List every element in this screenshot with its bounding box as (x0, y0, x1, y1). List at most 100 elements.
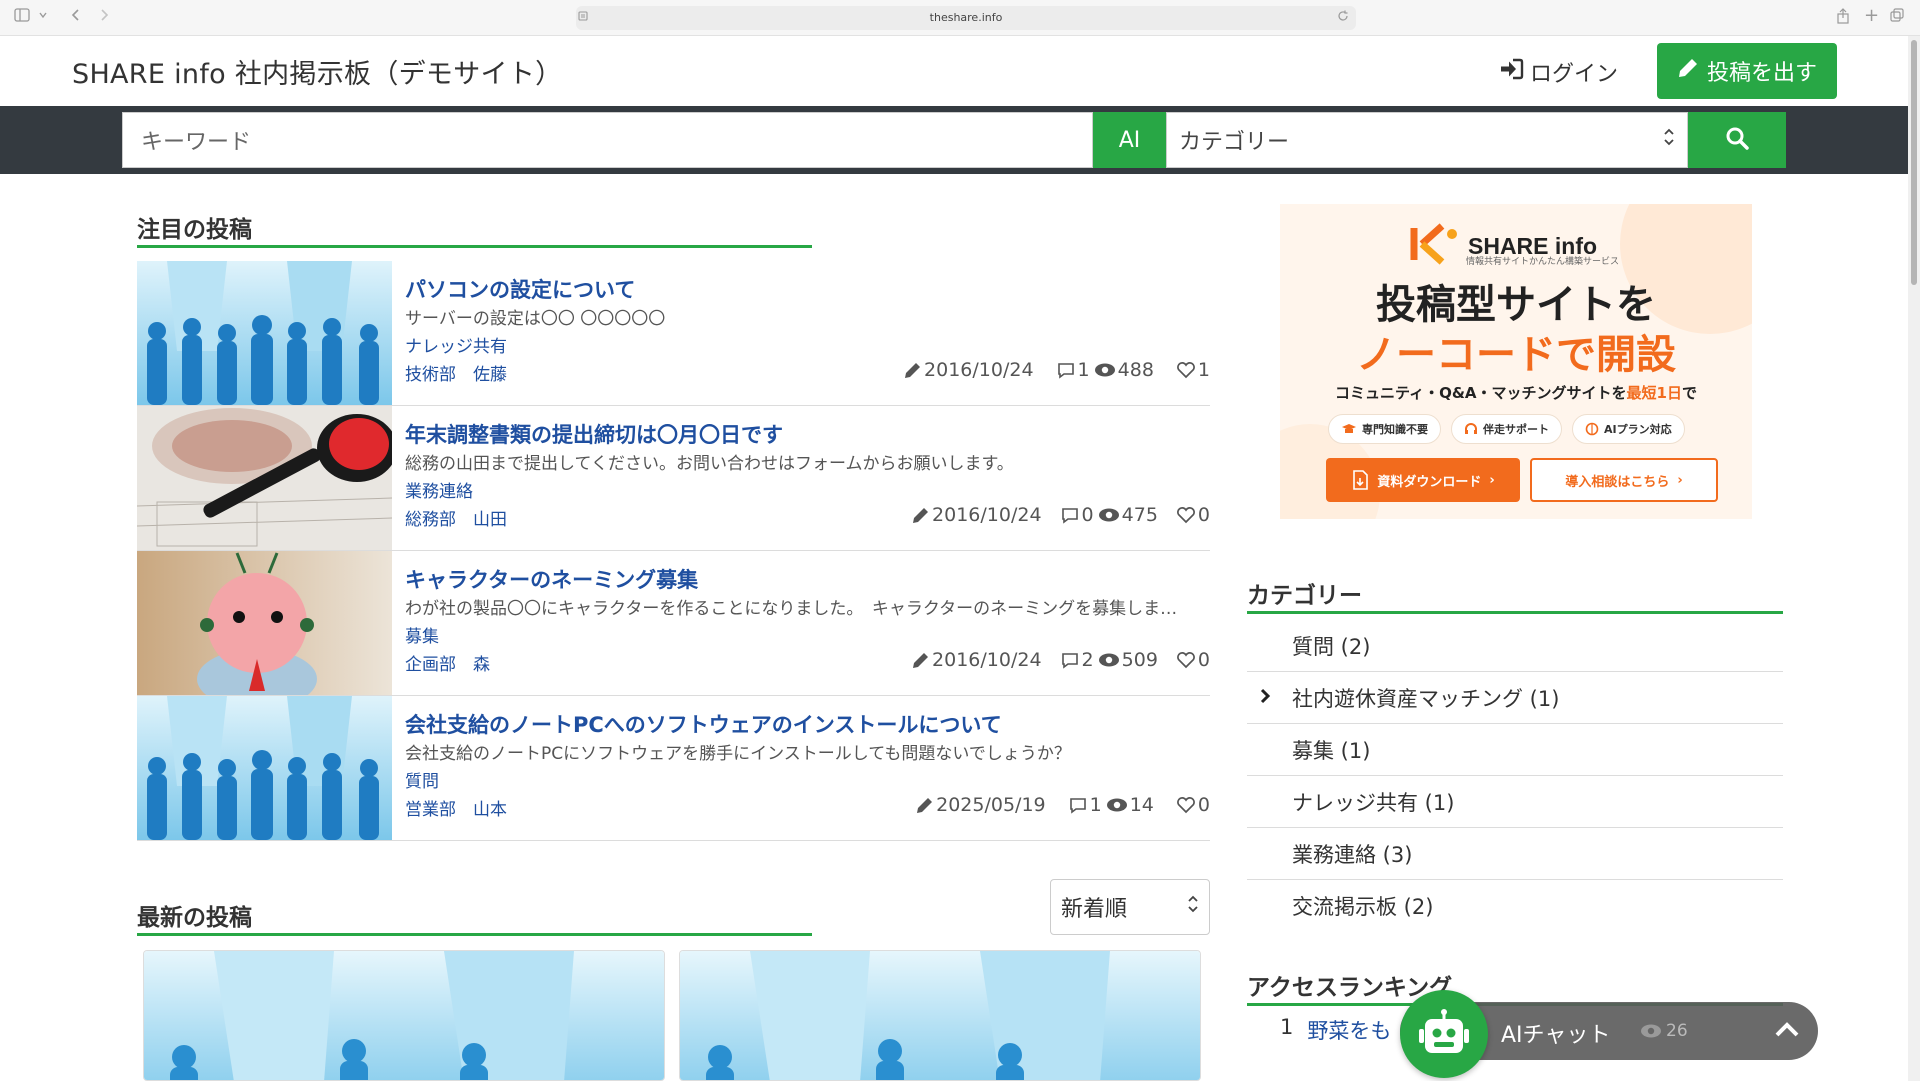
keyword-input[interactable]: キーワード (122, 112, 1093, 168)
search-button[interactable] (1688, 112, 1786, 168)
comment-count: 1 (1056, 359, 1090, 381)
post-category[interactable]: 募集 (405, 623, 1210, 651)
category-item[interactable]: 業務連絡 (3) (1247, 828, 1783, 880)
eye-icon (1098, 653, 1119, 667)
view-count: 14 (1106, 794, 1154, 816)
post-thumbnail[interactable] (137, 261, 392, 405)
sort-select[interactable]: 新着順 (1050, 879, 1210, 935)
promo-banner[interactable]: SHARE info 情報共有サイトかんたん構築サービス 投稿型サイトを ノーコ… (1280, 204, 1752, 519)
latest-post-card[interactable] (679, 950, 1201, 1081)
share-icon[interactable] (1836, 8, 1850, 28)
chevron-down-icon[interactable] (38, 8, 48, 24)
like-count[interactable]: 0 (1176, 649, 1210, 671)
heart-icon (1176, 797, 1195, 814)
ai-search-button[interactable]: AI (1093, 112, 1166, 168)
post-title[interactable]: 年末調整書類の提出締切は〇月〇日です (405, 420, 1210, 450)
post-title[interactable]: パソコンの設定について (405, 275, 1210, 305)
banner-download-button[interactable]: 資料ダウンロード › (1326, 458, 1520, 502)
category-item[interactable]: 募集 (1) (1247, 724, 1783, 776)
post-meta: 2016/10/24 2 509 0 (912, 649, 1210, 671)
category-item[interactable]: 質問 (2) (1247, 620, 1783, 672)
post-summary: 総務の山田まで提出してください。お問い合わせはフォームからお願いします。 (405, 454, 1014, 474)
banner-feature-text: 専門知識不要 (1362, 423, 1428, 436)
robot-icon[interactable] (1400, 990, 1488, 1078)
post-category[interactable]: 質問 (405, 768, 1210, 796)
like-count[interactable]: 1 (1176, 359, 1210, 381)
ranking-rank: 1 (1280, 1015, 1294, 1039)
ranking-title[interactable]: 野菜をも (1307, 1015, 1391, 1045)
comment-count-text: 1 (1077, 359, 1090, 381)
page-scrollbar[interactable] (1908, 36, 1920, 1081)
heart-icon (1176, 362, 1195, 379)
category-item[interactable]: ナレッジ共有 (1) (1247, 776, 1783, 828)
like-count-text: 1 (1197, 359, 1210, 381)
category-list: 質問 (2) 社内遊休資産マッチング (1) 募集 (1) ナレッジ共有 (1)… (1247, 620, 1783, 932)
banner-feature-chip: 伴走サポート (1451, 414, 1562, 444)
post-thumbnail[interactable] (137, 551, 392, 695)
back-icon[interactable] (70, 8, 82, 26)
category-item[interactable]: 交流掲示板 (2) (1247, 880, 1783, 932)
pencil-icon (917, 798, 933, 813)
forward-icon[interactable] (98, 8, 110, 26)
comment-count-text: 1 (1089, 794, 1102, 816)
featured-post[interactable]: キャラクターのネーミング募集 わが社の製品〇〇にキャラクターを作ることになりまし… (137, 551, 1210, 696)
post-title[interactable]: キャラクターのネーミング募集 (405, 565, 1210, 595)
pencil-icon (1677, 57, 1699, 85)
ranking-item[interactable]: 1 野菜をも (1280, 1015, 1391, 1045)
new-tab-icon[interactable]: + (1864, 5, 1879, 26)
sidebar-toggle-icon[interactable] (14, 8, 30, 26)
post-category[interactable]: ナレッジ共有 (405, 333, 1210, 361)
banner-feature-chip: AIプラン対応 (1572, 414, 1685, 444)
banner-consult-button[interactable]: 導入相談はこちら › (1530, 458, 1718, 502)
comment-count-text: 2 (1081, 649, 1094, 671)
view-count-text: 488 (1117, 359, 1154, 381)
select-arrows-icon (1187, 894, 1199, 920)
scrollbar-thumb[interactable] (1911, 40, 1917, 285)
post-thumbnail (680, 951, 1200, 1080)
featured-post[interactable]: 会社支給のノートPCへのソフトウェアのインストールについて 会社支給のノートPC… (137, 696, 1210, 841)
keyword-placeholder: キーワード (141, 130, 252, 155)
ranking-views-text: 26 (1666, 1021, 1688, 1041)
ranking-views: 26 (1640, 1021, 1688, 1041)
login-link[interactable]: ログイン (1500, 56, 1618, 88)
latest-post-card[interactable] (143, 950, 665, 1081)
chevron-up-icon[interactable] (1774, 1020, 1800, 1042)
like-count[interactable]: 0 (1176, 504, 1210, 526)
banner-download-label: 資料ダウンロード (1377, 474, 1482, 490)
like-count[interactable]: 0 (1176, 794, 1210, 816)
comment-count: 2 (1060, 649, 1094, 671)
category-item[interactable]: 社内遊休資産マッチング (1) (1247, 672, 1783, 724)
post-thumbnail[interactable] (137, 406, 392, 550)
post-thumbnail (144, 951, 664, 1080)
post-category[interactable]: 業務連絡 (405, 478, 1210, 506)
reload-icon[interactable] (1336, 10, 1350, 25)
post-date: 2016/10/24 (912, 504, 1042, 526)
pencil-icon (913, 653, 929, 668)
ai-brain-icon (1585, 422, 1599, 436)
tabs-overview-icon[interactable] (1890, 8, 1904, 26)
featured-post[interactable]: 年末調整書類の提出締切は〇月〇日です 総務の山田まで提出してください。お問い合わ… (137, 406, 1210, 551)
featured-post[interactable]: パソコンの設定について サーバーの設定は〇〇 〇〇〇〇〇 ナレッジ共有 技術部 … (137, 261, 1210, 406)
post-meta: 2025/05/19 1 14 0 (916, 794, 1210, 816)
heart-icon (1176, 507, 1195, 524)
banner-sub-suffix: で (1681, 384, 1697, 402)
category-select[interactable]: カテゴリー (1166, 112, 1688, 168)
banner-feature-text: AIプラン対応 (1604, 423, 1672, 436)
eye-icon (1641, 1024, 1661, 1038)
post-thumbnail[interactable] (137, 696, 392, 840)
comment-count-text: 0 (1081, 504, 1094, 526)
search-icon (1725, 126, 1749, 154)
banner-tagline: 情報共有サイトかんたん構築サービス (1466, 257, 1620, 267)
post-date: 2016/10/24 (904, 359, 1034, 381)
post-date: 2016/10/24 (912, 649, 1042, 671)
eye-icon (1094, 363, 1115, 377)
chevron-right-icon[interactable] (1259, 686, 1271, 711)
banner-feature-chip: 専門知識不要 (1328, 414, 1441, 444)
address-bar[interactable]: theshare.info (576, 6, 1356, 30)
post-title[interactable]: 会社支給のノートPCへのソフトウェアのインストールについて (405, 710, 1210, 740)
category-item-label: ナレッジ共有 (1) (1292, 790, 1455, 815)
url-text: theshare.info (929, 11, 1003, 24)
site-title[interactable]: SHARE info 社内掲示板（デモサイト） (72, 52, 562, 91)
new-post-button[interactable]: 投稿を出す (1657, 43, 1837, 99)
category-item-label: 社内遊休資産マッチング (1) (1292, 686, 1560, 711)
